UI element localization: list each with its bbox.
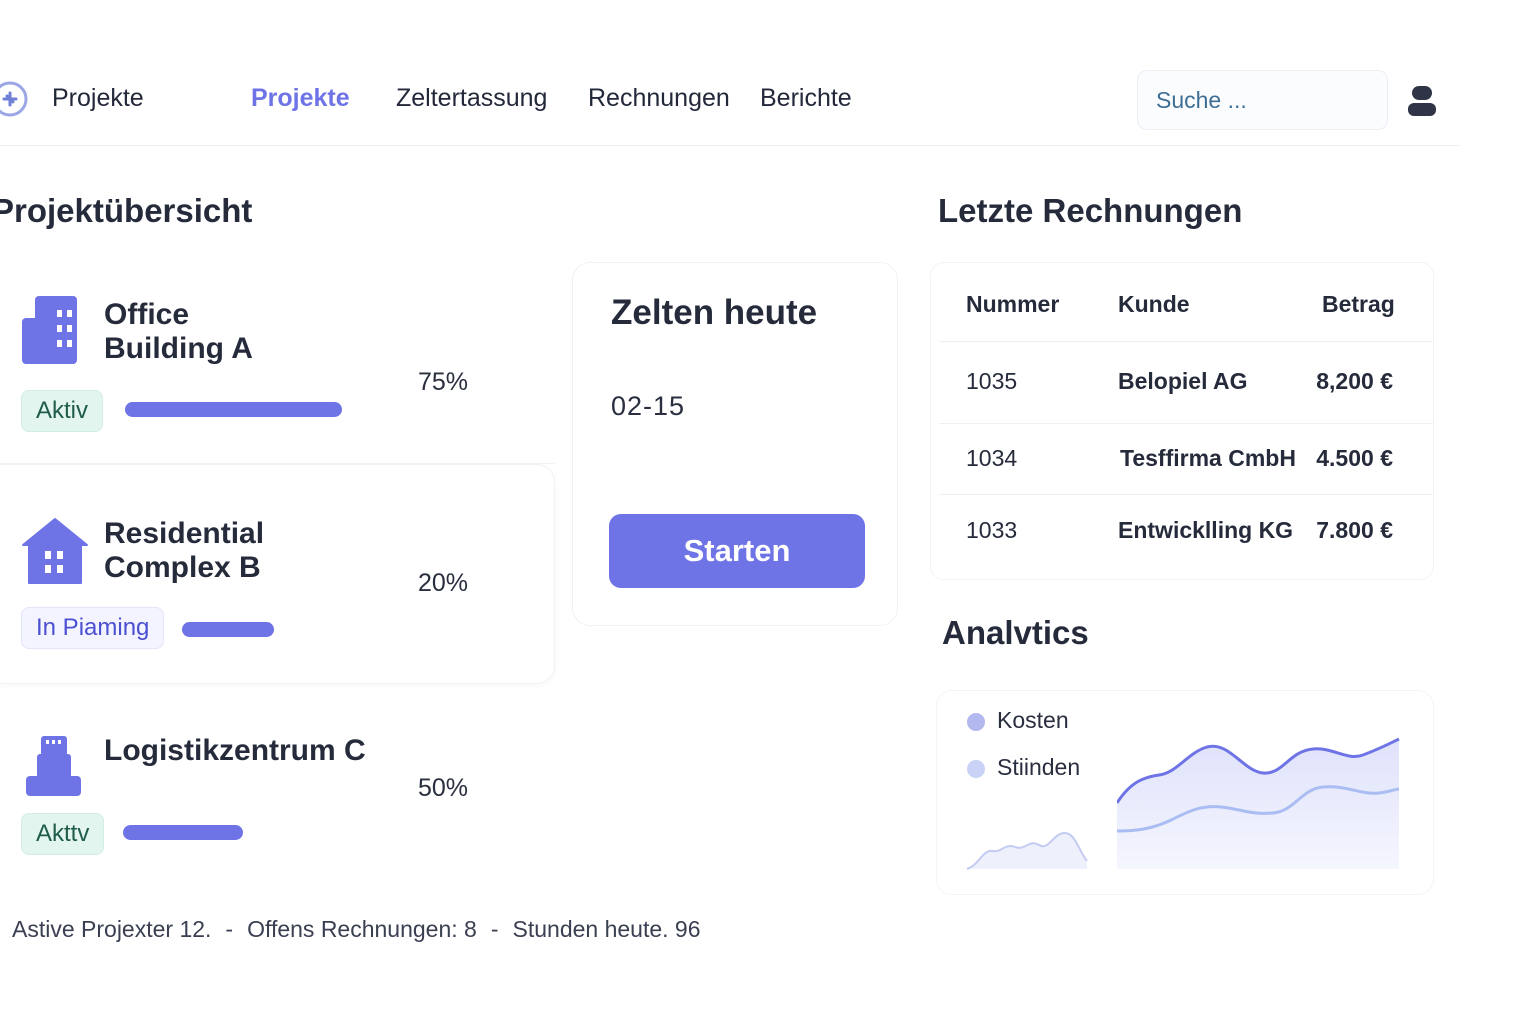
- logo-icon[interactable]: [0, 77, 32, 121]
- search-input[interactable]: [1137, 70, 1388, 130]
- app-title: Projekte: [52, 84, 144, 112]
- project-name: Office Building A: [104, 298, 253, 365]
- invoice-number: 1033: [966, 517, 1018, 543]
- progress-bar: [182, 622, 274, 637]
- nav-berichte[interactable]: Berichte: [760, 84, 852, 113]
- invoice-customer: Tesffirma CmbH: [1120, 445, 1296, 471]
- invoice-amount: 7.800 €: [1316, 517, 1393, 543]
- active-projects-stat: Astive Projexter 12.: [12, 916, 212, 942]
- legend-label: Kosten: [997, 707, 1069, 733]
- office-building-icon: [22, 296, 77, 364]
- legend-dot: [967, 760, 985, 778]
- column-header-kunde: Kunde: [1118, 291, 1190, 317]
- progress-bar: [125, 402, 342, 417]
- progress-percent: 20%: [418, 569, 469, 597]
- column-header-betrag: Betrag: [1322, 291, 1395, 317]
- area-chart: [1117, 737, 1400, 869]
- separator: -: [490, 916, 499, 942]
- nav-zeiterfassung[interactable]: Zeltertassung: [396, 84, 547, 113]
- table-row[interactable]: 1033 Entwicklling KG 7.800 €: [939, 494, 1433, 568]
- time-tracking-title: Zelten heute: [611, 293, 818, 332]
- status-badge: Akttv: [21, 813, 105, 855]
- time-tracking-card: Zelten heute 02-15 Starten: [572, 262, 898, 626]
- project-name: Logistikzentrum C: [104, 734, 366, 767]
- analytics-title: Analvtics: [942, 614, 1089, 651]
- invoices-table: Nummer Kunde Betrag 1035 Belopiel AG 8,2…: [930, 262, 1434, 580]
- project-card[interactable]: Office Building A 75% Aktiv: [0, 246, 555, 464]
- legend-label: Stiinden: [997, 754, 1081, 780]
- status-badge: In Piaming: [21, 607, 165, 649]
- series-kosten-area: [1117, 739, 1399, 869]
- invoice-number: 1035: [966, 368, 1018, 394]
- invoice-amount: 8,200 €: [1316, 368, 1393, 394]
- invoice-customer: Entwicklling KG: [1118, 517, 1294, 543]
- legend-dot: [967, 713, 985, 731]
- invoice-number: 1034: [966, 445, 1018, 471]
- project-card[interactable]: Logistikzentrum C 50% Akttv: [0, 700, 555, 890]
- invoice-customer: Belopiel AG: [1118, 368, 1248, 394]
- progress-bar: [123, 825, 243, 840]
- nav-rechnungen[interactable]: Rechnungen: [588, 84, 730, 113]
- invoices-title: Letzte Rechnungen: [938, 192, 1243, 229]
- status-badge: Aktiv: [21, 390, 104, 432]
- project-name: Residential Complex B: [104, 517, 265, 584]
- footer-stats: Astive Projexter 12. - Offens Rechnungen: …: [12, 916, 701, 943]
- separator: -: [225, 916, 234, 942]
- sparkline-chart: [966, 831, 1088, 870]
- column-header-nummer: Nummer: [966, 291, 1060, 317]
- projects-title: Projektübersicht: [0, 192, 253, 229]
- table-row[interactable]: 1034 Tesffirma CmbH 4.500 €: [939, 423, 1433, 497]
- warehouse-icon: [26, 736, 81, 796]
- nav-projekte[interactable]: Projekte: [251, 84, 350, 113]
- invoice-amount: 4.500 €: [1316, 445, 1393, 471]
- progress-percent: 50%: [418, 774, 469, 802]
- open-invoices-stat: Offens Rechnungen: 8: [247, 916, 477, 942]
- analytics-card: Kosten Stiinden: [936, 690, 1434, 895]
- time-tracking-value: 02-15: [611, 391, 686, 421]
- project-card[interactable]: Residential Complex B 20% In Piaming: [0, 464, 555, 684]
- top-navigation-bar: Projekte Projekte Zeltertassung Rechnung…: [0, 52, 1460, 146]
- house-icon: [22, 518, 88, 584]
- table-row[interactable]: 1035 Belopiel AG 8,200 €: [939, 341, 1433, 415]
- progress-percent: 75%: [418, 368, 469, 396]
- hours-today-stat: Stunden heute. 96: [512, 916, 701, 942]
- user-icon[interactable]: [1406, 84, 1438, 118]
- start-button[interactable]: Starten: [609, 514, 865, 588]
